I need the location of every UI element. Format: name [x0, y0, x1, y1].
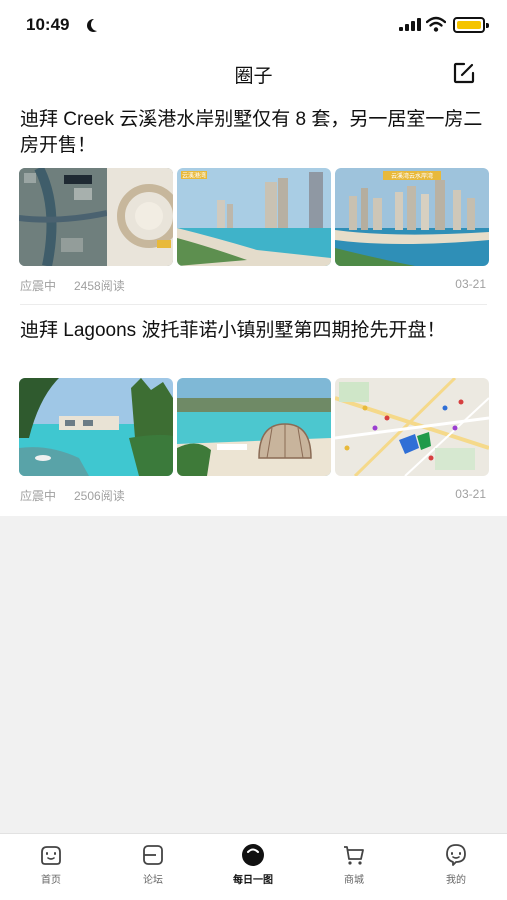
- post-image-masterplan[interactable]: [19, 168, 173, 266]
- post-divider: [20, 304, 487, 305]
- compose-post-icon[interactable]: [452, 61, 476, 85]
- wifi-icon: [426, 16, 446, 32]
- post-thumbnails: [19, 378, 489, 476]
- tab-home-label: 首页: [41, 875, 61, 886]
- home-icon: [41, 846, 61, 865]
- battery-icon: [453, 17, 489, 33]
- bottom-tab-bar: 首页 论坛 每日一图 商城 我的: [0, 833, 507, 900]
- navigation-bar: 圈子: [0, 50, 507, 96]
- battery-level: [457, 21, 481, 29]
- post-title[interactable]: 迪拜 Lagoons 波托菲诺小镇别墅第四期抢先开盘！: [20, 318, 490, 344]
- thumb-badge-text: 云溪港湾: [182, 172, 206, 180]
- tab-me[interactable]: 我的: [421, 842, 491, 892]
- post-author[interactable]: 应震中: [20, 277, 56, 294]
- tab-daily-image-label: 每日一图: [233, 875, 273, 886]
- status-time: 10:49: [26, 15, 70, 34]
- post-card[interactable]: 迪拜 Lagoons 波托菲诺小镇别墅第四期抢先开盘！ 应震中 2506阅读 0…: [0, 306, 507, 516]
- post-image-location-map[interactable]: [335, 378, 489, 476]
- post-image-beach-dome[interactable]: [177, 378, 331, 476]
- profile-icon: [446, 844, 466, 866]
- tab-mall[interactable]: 商城: [319, 842, 389, 892]
- forum-icon: [143, 845, 163, 865]
- post-image-waterfront-towers[interactable]: 云溪港湾: [177, 168, 331, 266]
- post-feed: 迪拜 Creek 云溪港水岸别墅仅有 8 套，另一居室一房二房开售！ 云溪港湾 …: [0, 96, 507, 516]
- post-author[interactable]: 应震中: [20, 487, 56, 504]
- tab-forum-label: 论坛: [143, 875, 163, 886]
- tab-forum[interactable]: 论坛: [118, 842, 188, 892]
- post-card[interactable]: 迪拜 Creek 云溪港水岸别墅仅有 8 套，另一居室一房二房开售！ 云溪港湾 …: [0, 96, 507, 306]
- tab-me-label: 我的: [446, 875, 466, 886]
- post-date: 03-21: [455, 487, 486, 501]
- do-not-disturb-moon-icon: [91, 18, 104, 31]
- post-title[interactable]: 迪拜 Creek 云溪港水岸别墅仅有 8 套，另一居室一房二房开售！: [20, 107, 490, 159]
- post-view-count: 2506阅读: [74, 489, 125, 503]
- post-image-creek-skyline[interactable]: 云溪湾云水岸湾: [335, 168, 489, 266]
- post-image-lagoon-pool[interactable]: [19, 378, 173, 476]
- post-view-count: 2458阅读: [74, 279, 125, 293]
- status-bar: 10:49: [0, 0, 507, 50]
- tab-daily-image[interactable]: 每日一图: [218, 842, 288, 892]
- cart-icon: [344, 846, 364, 865]
- post-date: 03-21: [455, 277, 486, 291]
- daily-image-icon: [242, 844, 264, 866]
- page-title: 圈子: [234, 66, 273, 87]
- tab-mall-label: 商城: [344, 875, 364, 886]
- thumb-badge-text: 云溪湾云水岸湾: [391, 172, 433, 180]
- cellular-signal-icon: [399, 18, 421, 31]
- post-thumbnails: 云溪港湾 云溪湾云水岸湾: [19, 168, 489, 266]
- tab-home[interactable]: 首页: [16, 842, 86, 892]
